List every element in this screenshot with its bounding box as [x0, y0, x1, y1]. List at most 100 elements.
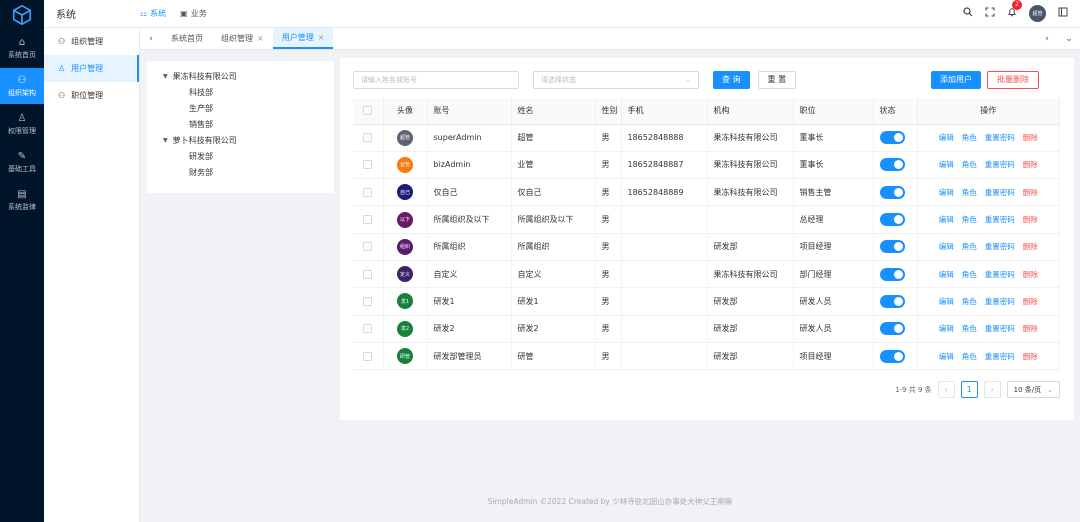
tabs-scroll-left-icon[interactable]: ‹	[140, 28, 162, 49]
role-button[interactable]: 角色	[962, 297, 977, 306]
status-toggle[interactable]	[879, 131, 905, 145]
caret-down-icon[interactable]: ▼	[163, 69, 168, 85]
account-cell: 研发部管理员	[427, 342, 512, 371]
row-checkbox[interactable]	[353, 151, 384, 180]
page-size-select[interactable]: 10 条/页 ⌄	[1006, 381, 1060, 398]
reset-password-button[interactable]: 重置密码	[985, 188, 1015, 197]
rail-item[interactable]: ⚇ 组织架构	[0, 68, 44, 104]
fullscreen-icon[interactable]	[985, 7, 995, 20]
status-toggle[interactable]	[879, 185, 905, 199]
rail-item[interactable]: ▤ 系统监律	[0, 182, 44, 218]
top-tab-system[interactable]: ⚏ 系统	[140, 8, 166, 19]
caret-down-icon[interactable]: ▼	[163, 133, 168, 149]
row-checkbox[interactable]	[353, 342, 384, 371]
page-number-button[interactable]: 1	[960, 381, 978, 398]
close-icon[interactable]: ×	[318, 33, 325, 42]
delete-button[interactable]: 删除	[1023, 352, 1038, 361]
role-button[interactable]: 角色	[962, 270, 977, 279]
delete-button[interactable]: 删除	[1023, 160, 1038, 169]
batch-delete-button[interactable]: 批量删除	[987, 70, 1039, 89]
edit-button[interactable]: 编辑	[939, 160, 954, 169]
edit-button[interactable]: 编辑	[939, 188, 954, 197]
tree-node[interactable]: 科技部	[163, 85, 334, 101]
edit-button[interactable]: 编辑	[939, 270, 954, 279]
delete-button[interactable]: 删除	[1023, 324, 1038, 333]
edit-button[interactable]: 编辑	[939, 215, 954, 224]
tree-node[interactable]: 销售部	[163, 117, 334, 133]
status-toggle[interactable]	[879, 322, 905, 336]
role-button[interactable]: 角色	[962, 188, 977, 197]
reset-button[interactable]: 重 置	[757, 70, 797, 89]
reset-password-button[interactable]: 重置密码	[985, 133, 1015, 142]
rail-item[interactable]: ⌂ 系统首页	[0, 30, 44, 66]
reset-password-button[interactable]: 重置密码	[985, 160, 1015, 169]
query-button[interactable]: 查 询	[713, 70, 750, 89]
page-tab-home[interactable]: 系统首页	[162, 28, 212, 49]
edit-button[interactable]: 编辑	[939, 133, 954, 142]
rail-item[interactable]: ✎ 基础工具	[0, 144, 44, 180]
tree-node[interactable]: 生产部	[163, 101, 334, 117]
row-checkbox[interactable]	[353, 233, 384, 261]
status-toggle[interactable]	[879, 294, 905, 308]
search-icon[interactable]	[963, 7, 973, 20]
page-tab-org[interactable]: 组织管理 ×	[212, 28, 273, 49]
delete-button[interactable]: 删除	[1023, 297, 1038, 306]
tree-node[interactable]: 财务部	[163, 165, 334, 181]
tree-node[interactable]: 研发部	[163, 149, 334, 165]
edit-button[interactable]: 编辑	[939, 352, 954, 361]
row-checkbox[interactable]	[353, 260, 384, 289]
delete-button[interactable]: 删除	[1023, 133, 1038, 142]
role-button[interactable]: 角色	[962, 215, 977, 224]
status-select[interactable]: 请选择状态 ⌄	[533, 70, 699, 89]
select-all-checkbox[interactable]	[353, 98, 384, 125]
submenu-item-positions[interactable]: ⚇ 职位管理	[44, 82, 139, 109]
role-button[interactable]: 角色	[962, 133, 977, 142]
status-toggle[interactable]	[879, 240, 905, 254]
layout-toggle-icon[interactable]	[1058, 7, 1068, 20]
status-toggle[interactable]	[879, 349, 905, 363]
row-checkbox[interactable]	[353, 205, 384, 234]
role-button[interactable]: 角色	[962, 324, 977, 333]
reset-password-button[interactable]: 重置密码	[985, 215, 1015, 224]
row-checkbox[interactable]	[353, 287, 384, 316]
notification-bell-icon[interactable]: 2	[1007, 0, 1022, 20]
row-checkbox[interactable]	[353, 315, 384, 343]
submenu-item-users[interactable]: ♙ 用户管理	[44, 55, 139, 82]
edit-button[interactable]: 编辑	[939, 242, 954, 251]
reset-password-button[interactable]: 重置密码	[985, 324, 1015, 333]
tree-node[interactable]: ▼ 萝卜科技有限公司	[163, 133, 334, 149]
edit-button[interactable]: 编辑	[939, 324, 954, 333]
role-button[interactable]: 角色	[962, 242, 977, 251]
close-icon[interactable]: ×	[257, 34, 264, 43]
reset-password-button[interactable]: 重置密码	[985, 297, 1015, 306]
status-toggle[interactable]	[879, 213, 905, 227]
delete-button[interactable]: 删除	[1023, 242, 1038, 251]
top-tab-business[interactable]: ▣ 业务	[180, 8, 207, 19]
row-checkbox[interactable]	[353, 178, 384, 207]
delete-button[interactable]: 删除	[1023, 188, 1038, 197]
tree-node[interactable]: ▼ 果冻科技有限公司	[163, 69, 334, 85]
reset-password-button[interactable]: 重置密码	[985, 242, 1015, 251]
role-button[interactable]: 角色	[962, 160, 977, 169]
submenu-item-org[interactable]: ⚇ 组织管理	[44, 28, 139, 55]
tabs-menu-chevron-down-icon[interactable]: ⌄	[1058, 28, 1080, 49]
app-logo[interactable]	[0, 0, 44, 30]
status-toggle[interactable]	[879, 267, 905, 281]
role-button[interactable]: 角色	[962, 352, 977, 361]
status-toggle[interactable]	[879, 158, 905, 172]
edit-button[interactable]: 编辑	[939, 297, 954, 306]
prev-page-button[interactable]: ‹	[937, 381, 955, 398]
reset-password-button[interactable]: 重置密码	[985, 270, 1015, 279]
page-tab-users[interactable]: 用户管理 ×	[272, 28, 334, 49]
delete-button[interactable]: 删除	[1023, 215, 1038, 224]
rail-item[interactable]: ♙ 权限管理	[0, 106, 44, 142]
delete-button[interactable]: 删除	[1023, 270, 1038, 279]
reset-password-button[interactable]: 重置密码	[985, 352, 1015, 361]
avatar: 发1	[397, 293, 413, 310]
row-checkbox[interactable]	[353, 124, 384, 152]
user-avatar[interactable]: 超管	[1029, 5, 1046, 22]
search-input[interactable]: 请输入姓名或账号	[353, 70, 519, 89]
tabs-scroll-right-icon[interactable]: ›	[1036, 28, 1058, 49]
next-page-button[interactable]: ›	[983, 381, 1001, 398]
add-user-button[interactable]: 添加用户	[931, 70, 981, 89]
